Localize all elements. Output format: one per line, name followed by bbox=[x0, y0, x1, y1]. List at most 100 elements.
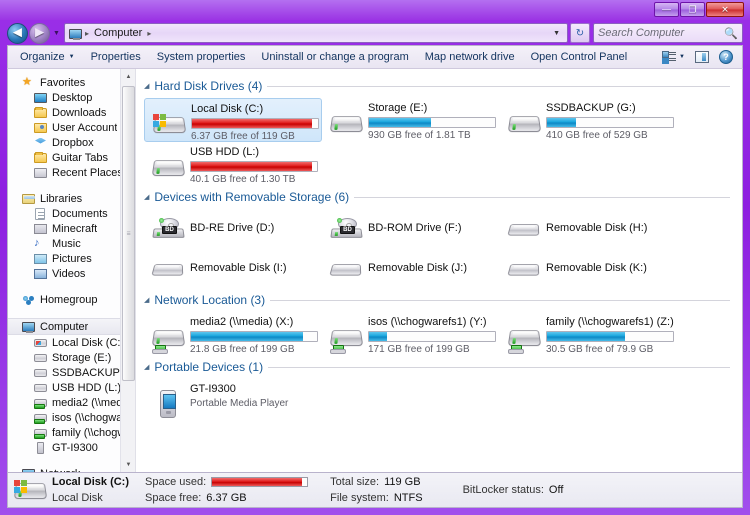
sidebar-item-homegroup[interactable]: Homegroup bbox=[8, 292, 121, 307]
sidebar-item-dropbox[interactable]: Dropbox bbox=[8, 135, 121, 150]
drive-tile[interactable]: Local Disk (C:) 6.37 GB free of 119 GB bbox=[144, 98, 322, 142]
group-header[interactable]: ◢ Portable Devices (1) bbox=[144, 358, 742, 376]
group-title: Network Location (3) bbox=[154, 293, 266, 307]
sidebar-item-videos[interactable]: Videos bbox=[8, 266, 121, 281]
sidebar-item-desktop[interactable]: Desktop bbox=[8, 90, 121, 105]
sidebar-item-family-chogwarefs1-z[interactable]: family (\\chogwarefs1) (Z:) bbox=[8, 425, 121, 440]
forward-button[interactable]: ▶ bbox=[29, 22, 50, 44]
change-view-button[interactable]: ▼ bbox=[657, 49, 690, 65]
collapse-triangle-icon[interactable]: ◢ bbox=[144, 193, 149, 201]
scrollbar-thumb[interactable] bbox=[122, 86, 135, 381]
sidebar-item-storage-e[interactable]: Storage (E:) bbox=[8, 350, 121, 365]
sidebar-item-usb-hdd-l[interactable]: USB HDD (L:) bbox=[8, 380, 121, 395]
organize-button[interactable]: Organize ▼ bbox=[12, 48, 83, 66]
drive-tile[interactable]: Removable Disk (J:) bbox=[322, 249, 500, 289]
scroll-up-button[interactable]: ▲ bbox=[121, 69, 135, 84]
drive-tile[interactable]: family (\\chogwarefs1) (Z:) 30.5 GB free … bbox=[500, 312, 678, 356]
breadcrumb[interactable]: ▸ Computer ▸ ▼ bbox=[64, 23, 568, 43]
breadcrumb-item-computer[interactable]: Computer bbox=[91, 27, 145, 39]
refresh-button[interactable]: ↻ bbox=[570, 23, 590, 43]
sidebar-item-local-disk-c[interactable]: Local Disk (C:) bbox=[8, 335, 121, 350]
drive-tile[interactable]: Storage (E:) 930 GB free of 1.81 TB bbox=[322, 98, 500, 142]
details-title: Local Disk (C:) bbox=[52, 476, 130, 488]
tile-name: family (\\chogwarefs1) (Z:) bbox=[546, 316, 674, 328]
details-column-name: Local Disk (C:) Local Disk bbox=[52, 476, 129, 505]
file-system-value: NTFS bbox=[393, 492, 423, 504]
navigation-scrollbar[interactable]: ▲ ▼ bbox=[120, 69, 135, 472]
title-bar: — ❐ ✕ bbox=[0, 0, 750, 20]
search-input[interactable]: Search Computer bbox=[598, 27, 724, 39]
uninstall-button[interactable]: Uninstall or change a program bbox=[253, 48, 416, 66]
drive-tile[interactable]: SSDBACKUP (G:) 410 GB free of 529 GB bbox=[500, 98, 678, 142]
minimize-button[interactable]: — bbox=[654, 2, 679, 17]
sidebar-item-minecraft[interactable]: Minecraft bbox=[8, 221, 121, 236]
tile-body: Removable Disk (I:) bbox=[186, 252, 320, 286]
homegroup-glyph bbox=[22, 295, 35, 305]
group-header[interactable]: ◢ Hard Disk Drives (4) bbox=[144, 77, 742, 95]
collapse-triangle-icon[interactable]: ◢ bbox=[144, 363, 149, 371]
drive-tile[interactable]: GT-I9300 Portable Media Player bbox=[144, 379, 322, 423]
help-button[interactable]: ? bbox=[714, 48, 738, 66]
tile-body: Local Disk (C:) 6.37 GB free of 119 GB bbox=[187, 102, 319, 143]
sidebar-item-label: Music bbox=[52, 237, 81, 250]
group-header[interactable]: ◢ Network Location (3) bbox=[144, 291, 742, 309]
show-preview-pane-button[interactable] bbox=[690, 49, 714, 65]
maximize-button[interactable]: ❐ bbox=[680, 2, 705, 17]
map-network-drive-button[interactable]: Map network drive bbox=[417, 48, 523, 66]
scroll-down-button[interactable]: ▼ bbox=[121, 457, 135, 472]
drive-tile[interactable]: BD BD-ROM Drive (F:) bbox=[322, 209, 500, 249]
open-control-panel-button[interactable]: Open Control Panel bbox=[523, 48, 636, 66]
address-dropdown-icon[interactable]: ▼ bbox=[548, 30, 565, 37]
sidebar-item-computer[interactable]: Computer bbox=[8, 318, 121, 335]
sidebar-item-music[interactable]: ♪ Music bbox=[8, 236, 121, 251]
breadcrumb-separator-icon-2[interactable]: ▸ bbox=[145, 29, 153, 38]
usb-stick-glyph bbox=[151, 264, 184, 276]
drive-tile[interactable]: USB HDD (L:) 40.1 GB free of 1.30 TB bbox=[144, 142, 322, 186]
space-used-fill bbox=[212, 478, 303, 486]
sidebar-item-guitar-tabs[interactable]: Guitar Tabs bbox=[8, 150, 121, 165]
sidebar-item-favorites[interactable]: ★ Favorites bbox=[8, 75, 121, 90]
system-properties-button[interactable]: System properties bbox=[149, 48, 254, 66]
sidebar-item-label: isos (\\chogwarefs1) (Y:) bbox=[52, 411, 121, 424]
file-list-pane: ◢ Hard Disk Drives (4) Local Disk (C:) 6.37… bbox=[136, 69, 742, 472]
sidebar-item-media2-media-x[interactable]: media2 (\\media) (X:) bbox=[8, 395, 121, 410]
drive-tile[interactable]: BD BD-RE Drive (D:) bbox=[144, 209, 322, 249]
tile-body: BD-ROM Drive (F:) bbox=[364, 212, 498, 246]
tile-body: SSDBACKUP (G:) 410 GB free of 529 GB bbox=[542, 101, 676, 142]
sidebar-item-gt-i9300[interactable]: GT-I9300 bbox=[8, 440, 121, 455]
sidebar-item-label: Documents bbox=[52, 207, 108, 220]
sidebar-item-label: GT-I9300 bbox=[52, 441, 98, 454]
drive-tile[interactable]: Removable Disk (I:) bbox=[144, 249, 322, 289]
sidebar-item-isos-chogwarefs1-y[interactable]: isos (\\chogwarefs1) (Y:) bbox=[8, 410, 121, 425]
local-disk-icon bbox=[34, 336, 48, 350]
picture-glyph bbox=[34, 253, 47, 264]
back-button[interactable]: ◀ bbox=[7, 22, 28, 44]
capacity-bar bbox=[190, 161, 318, 172]
collapse-triangle-icon[interactable]: ◢ bbox=[144, 296, 149, 304]
drive-tile[interactable]: media2 (\\media) (X:) 21.8 GB free of 199… bbox=[144, 312, 322, 356]
sidebar-item-libraries[interactable]: Libraries bbox=[8, 191, 121, 206]
search-box[interactable]: Search Computer 🔍 bbox=[593, 23, 743, 43]
sidebar-item-ssdbackup-g[interactable]: SSDBACKUP (G:) bbox=[8, 365, 121, 380]
sidebar-item-downloads[interactable]: Downloads bbox=[8, 105, 121, 120]
recent-locations-button[interactable]: ▼ bbox=[50, 23, 63, 44]
drive-tile[interactable]: Removable Disk (H:) bbox=[500, 209, 678, 249]
dropbox-glyph bbox=[35, 137, 46, 144]
sidebar-item-label: Downloads bbox=[52, 106, 107, 119]
drive-tile[interactable]: isos (\\chogwarefs1) (Y:) 171 GB free of … bbox=[322, 312, 500, 356]
close-button[interactable]: ✕ bbox=[706, 2, 744, 17]
sidebar-item-documents[interactable]: Documents bbox=[8, 206, 121, 221]
tile-body: Removable Disk (H:) bbox=[542, 212, 676, 246]
sidebar-item-recent-places[interactable]: Recent Places bbox=[8, 165, 121, 180]
drive-tile[interactable]: Removable Disk (K:) bbox=[500, 249, 678, 289]
tile-name: SSDBACKUP (G:) bbox=[546, 102, 636, 114]
group-header[interactable]: ◢ Devices with Removable Storage (6) bbox=[144, 188, 742, 206]
sidebar-item-user-account[interactable]: User Account bbox=[8, 120, 121, 135]
navigation-list: ★ Favorites Desktop Downloads User Account Dr… bbox=[8, 69, 121, 472]
tile-name: Removable Disk (J:) bbox=[368, 262, 468, 274]
optical-body: BD bbox=[330, 218, 363, 238]
collapse-triangle-icon[interactable]: ◢ bbox=[144, 82, 149, 90]
properties-button[interactable]: Properties bbox=[83, 48, 149, 66]
sidebar-item-pictures[interactable]: Pictures bbox=[8, 251, 121, 266]
drive-icon bbox=[34, 351, 48, 365]
